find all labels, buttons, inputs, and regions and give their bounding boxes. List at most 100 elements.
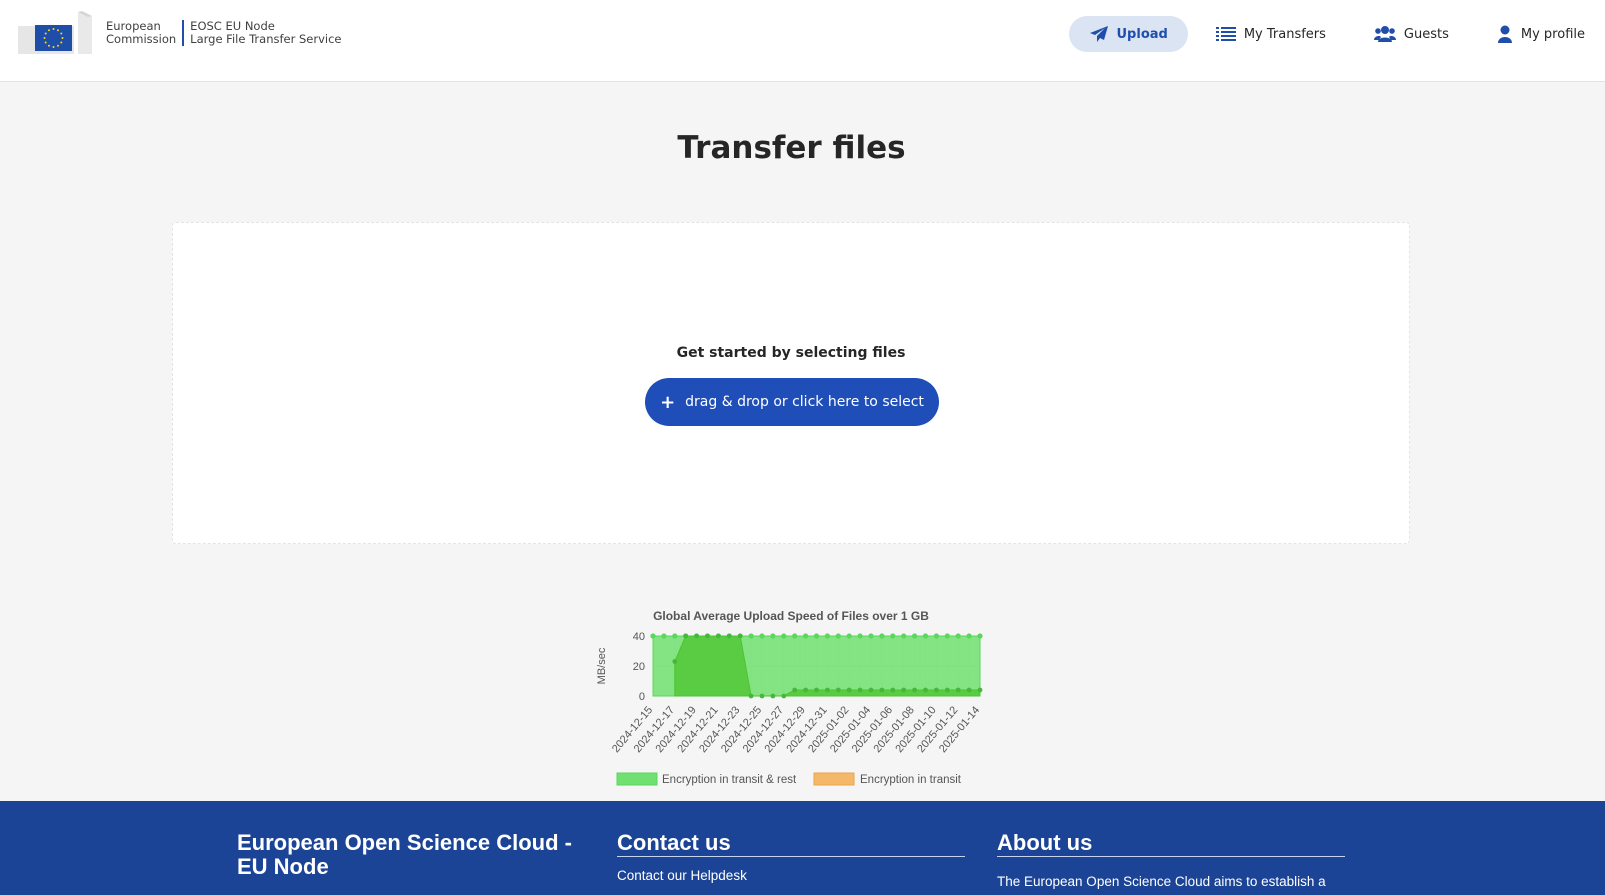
- logo-line-2: Commission: [106, 32, 177, 46]
- chart-point-series-2: [716, 633, 721, 639]
- eu-flag-icon: [16, 10, 106, 56]
- chart-legend-swatch-2: [813, 772, 855, 786]
- page-title: Transfer files: [677, 130, 906, 166]
- upload-speed-chart: Global Average Upload Speed of Files ove…: [580, 600, 1000, 795]
- chart-point-series-2: [934, 687, 939, 693]
- chart-point-series-1: [661, 633, 667, 639]
- nav-guests-label: Guests: [1403, 26, 1449, 42]
- chart-point-series-2: [912, 687, 917, 693]
- chart-point-series-1: [922, 633, 929, 639]
- chart-point-series-1: [846, 633, 852, 639]
- chart-point-series-2: [694, 633, 699, 639]
- upload-speed-chart-svg: Global Average Upload Speed of Files ove…: [596, 609, 983, 786]
- footer-about-text: The European Open Science Cloud aims to …: [997, 874, 1326, 889]
- chart-point-series-1: [977, 633, 983, 639]
- select-files-button-label: drag & drop or click here to select: [685, 394, 924, 410]
- ec-logo-text: European Commission: [106, 20, 176, 46]
- chart-point-series-1: [966, 633, 972, 639]
- chart-point-series-1: [944, 633, 950, 639]
- logo-divider: [182, 20, 185, 46]
- list-icon: [1215, 27, 1236, 41]
- chart-point-series-1: [901, 633, 907, 639]
- nav-my-profile[interactable]: My profile: [1477, 16, 1605, 52]
- nav-upload-label: Upload: [1116, 26, 1168, 42]
- select-files-button[interactable]: + drag & drop or click here to select: [645, 378, 939, 426]
- footer-col-eosc: European Open Science Cloud - EU Node: [237, 831, 585, 879]
- chart-point-series-2: [770, 693, 776, 699]
- chart-y-tick-label: 20: [633, 661, 645, 673]
- chart-point-series-2: [879, 687, 885, 693]
- chart-point-series-1: [824, 633, 830, 639]
- chart-point-series-1: [868, 633, 874, 639]
- chart-legend-swatch-1: [616, 772, 658, 786]
- chart-y-tick-label: 0: [639, 691, 645, 703]
- chart-point-series-1: [912, 633, 918, 639]
- main-nav: Upload My Transfers Guests My profile: [1061, 16, 1605, 52]
- chart-point-series-1: [770, 633, 776, 639]
- chart-point-series-2: [737, 633, 743, 639]
- chart-point-series-1: [879, 633, 885, 639]
- chart-point-series-1: [890, 633, 896, 639]
- nav-upload[interactable]: Upload: [1068, 16, 1188, 52]
- chart-point-series-2: [835, 687, 841, 693]
- chart-point-series-2: [857, 687, 863, 693]
- chart-point-series-2: [923, 687, 928, 693]
- chart-point-series-2: [814, 687, 819, 693]
- chart-point-series-1: [748, 633, 754, 639]
- chart-y-tick-label: 40: [633, 631, 645, 643]
- chart-point-series-2: [955, 687, 961, 693]
- chart-point-series-1: [933, 633, 939, 639]
- chart-point-series-2: [748, 693, 754, 699]
- chart-y-axis-label: MB/sec: [596, 647, 608, 684]
- chart-point-series-1: [781, 633, 787, 639]
- users-icon: [1373, 26, 1396, 42]
- chart-title: Global Average Upload Speed of Files ove…: [653, 609, 929, 623]
- chart-point-series-1: [650, 633, 656, 639]
- chart-point-series-2: [781, 693, 787, 699]
- chart-point-series-1: [792, 633, 798, 639]
- chart-point-series-1: [803, 633, 809, 639]
- chart-point-series-1: [813, 633, 820, 639]
- site-name: EOSC EU Node Large File Transfer Service: [190, 20, 341, 46]
- chart-legend-label-2: Encryption in transit: [860, 774, 962, 786]
- chart-point-series-1: [857, 633, 863, 639]
- chart-point-series-2: [803, 687, 808, 693]
- chart-point-series-1: [835, 633, 841, 639]
- site-name-line-2: Large File Transfer Service: [190, 32, 342, 46]
- user-icon: [1497, 25, 1512, 43]
- chart-point-series-1: [955, 633, 961, 639]
- chart-legend-label-1: Encryption in transit & rest: [662, 774, 797, 786]
- footer-col-contact: Contact us Contact our Helpdesk: [617, 831, 965, 883]
- site-footer: European Open Science Cloud - EU Node Co…: [0, 801, 1605, 895]
- chart-point-series-2: [825, 687, 830, 693]
- footer-contact-title: Contact us: [617, 831, 965, 857]
- nav-my-transfers[interactable]: My Transfers: [1196, 16, 1346, 52]
- plus-icon: +: [660, 391, 676, 413]
- chart-point-series-2: [683, 633, 689, 639]
- nav-my-profile-label: My profile: [1520, 26, 1585, 42]
- chart-point-series-2: [966, 687, 972, 693]
- chart-point-series-2: [901, 687, 907, 693]
- chart-point-series-2: [868, 687, 874, 693]
- footer-eosc-title: European Open Science Cloud - EU Node: [237, 830, 572, 879]
- footer-about-title: About us: [997, 831, 1345, 857]
- site-header: European Commission EOSC EU Node Large F…: [0, 0, 1605, 82]
- chart-point-series-2: [944, 687, 950, 693]
- chart-point-series-1: [759, 633, 765, 639]
- footer-helpdesk-link[interactable]: Contact our Helpdesk: [617, 868, 965, 883]
- file-dropzone[interactable]: Get started by selecting files + drag & …: [172, 222, 1410, 544]
- chart-point-series-2: [705, 633, 710, 639]
- ec-logo[interactable]: European Commission EOSC EU Node Large F…: [16, 10, 341, 56]
- chart-point-series-2: [726, 633, 732, 639]
- footer-col-about: About us The European Open Science Cloud…: [997, 831, 1345, 889]
- chart-point-series-2: [890, 687, 896, 693]
- chart-point-series-2: [672, 659, 678, 664]
- chart-point-series-2: [846, 687, 852, 693]
- nav-my-transfers-label: My Transfers: [1243, 26, 1326, 42]
- dropzone-heading: Get started by selecting files: [676, 345, 906, 361]
- paper-plane-icon: [1089, 26, 1108, 42]
- chart-point-series-1: [672, 633, 678, 639]
- chart-point-series-2: [792, 687, 798, 693]
- chart-point-series-2: [977, 687, 983, 693]
- nav-guests[interactable]: Guests: [1354, 16, 1469, 52]
